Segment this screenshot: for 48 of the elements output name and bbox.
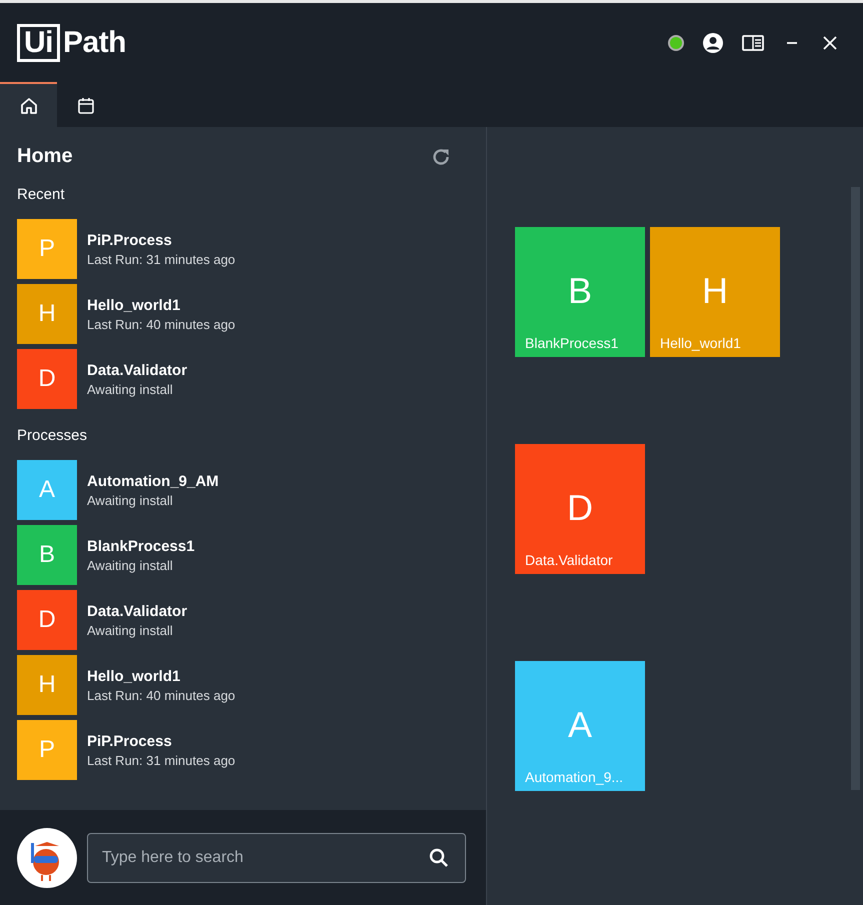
calendar-icon <box>76 96 94 114</box>
process-letter-tile[interactable]: P <box>17 219 77 279</box>
process-tile[interactable]: B BlankProcess1 <box>515 227 645 357</box>
page-title: Home <box>17 145 73 168</box>
process-tile[interactable]: A Automation_9... <box>515 661 645 791</box>
process-name[interactable]: Data.Validator <box>87 602 188 620</box>
process-name[interactable]: BlankProcess1 <box>87 538 195 554</box>
process-letter-tile[interactable]: B <box>17 525 77 585</box>
tile-letter: D <box>566 488 594 528</box>
section-label: Processes <box>17 427 88 444</box>
process-tile[interactable]: D Data.Validator <box>515 444 645 574</box>
section-label: Recent <box>17 186 66 203</box>
tile-letter: H <box>701 271 729 311</box>
process-name[interactable]: Hello_world1 <box>87 296 236 314</box>
process-status: Last Run: 31 minutes ago <box>87 252 236 266</box>
process-letter-tile[interactable]: H <box>17 655 77 715</box>
home-icon <box>20 96 38 114</box>
search-icon[interactable] <box>429 848 449 868</box>
tile-label: Automation_9... <box>525 769 624 785</box>
app-logo: Ui Path <box>17 24 126 62</box>
search-field[interactable]: Type here to search <box>87 832 466 882</box>
process-tile[interactable]: H Hello_world1 <box>650 227 780 357</box>
process-name[interactable]: PiP.Process <box>87 232 236 248</box>
process-letter-tile[interactable]: D <box>17 590 77 650</box>
process-status: Last Run: 40 minutes ago <box>87 688 236 702</box>
avatar-icon[interactable] <box>17 828 77 888</box>
tile-label: Data.Validator <box>525 552 613 568</box>
process-status: Last Run: 40 minutes ago <box>87 316 236 332</box>
tile-letter: B <box>566 271 593 311</box>
home-tab[interactable] <box>0 82 57 127</box>
process-status: Awaiting install <box>87 558 174 572</box>
tile-letter: A <box>566 705 593 745</box>
process-letter-tile[interactable]: D <box>17 349 77 409</box>
process-name[interactable]: Hello_world1 <box>87 668 236 684</box>
process-name[interactable]: Data.Validator <box>87 362 188 378</box>
process-name[interactable]: Automation_9_AM <box>87 472 219 490</box>
process-letter-tile[interactable]: H <box>17 284 77 344</box>
process-status: Awaiting install <box>87 622 174 638</box>
process-status: Last Run: 31 minutes ago <box>87 752 236 768</box>
tile-label: Hello_world1 <box>660 335 741 351</box>
process-status: Awaiting install <box>87 382 174 396</box>
process-letter-tile[interactable]: A <box>17 460 77 520</box>
process-letter-tile[interactable]: P <box>17 720 77 780</box>
user-icon[interactable] <box>702 32 724 54</box>
panel-layout-icon[interactable] <box>742 34 764 52</box>
tile-label: BlankProcess1 <box>525 335 618 351</box>
process-name[interactable]: PiP.Process <box>87 732 236 750</box>
process-status: Awaiting install <box>87 492 174 508</box>
